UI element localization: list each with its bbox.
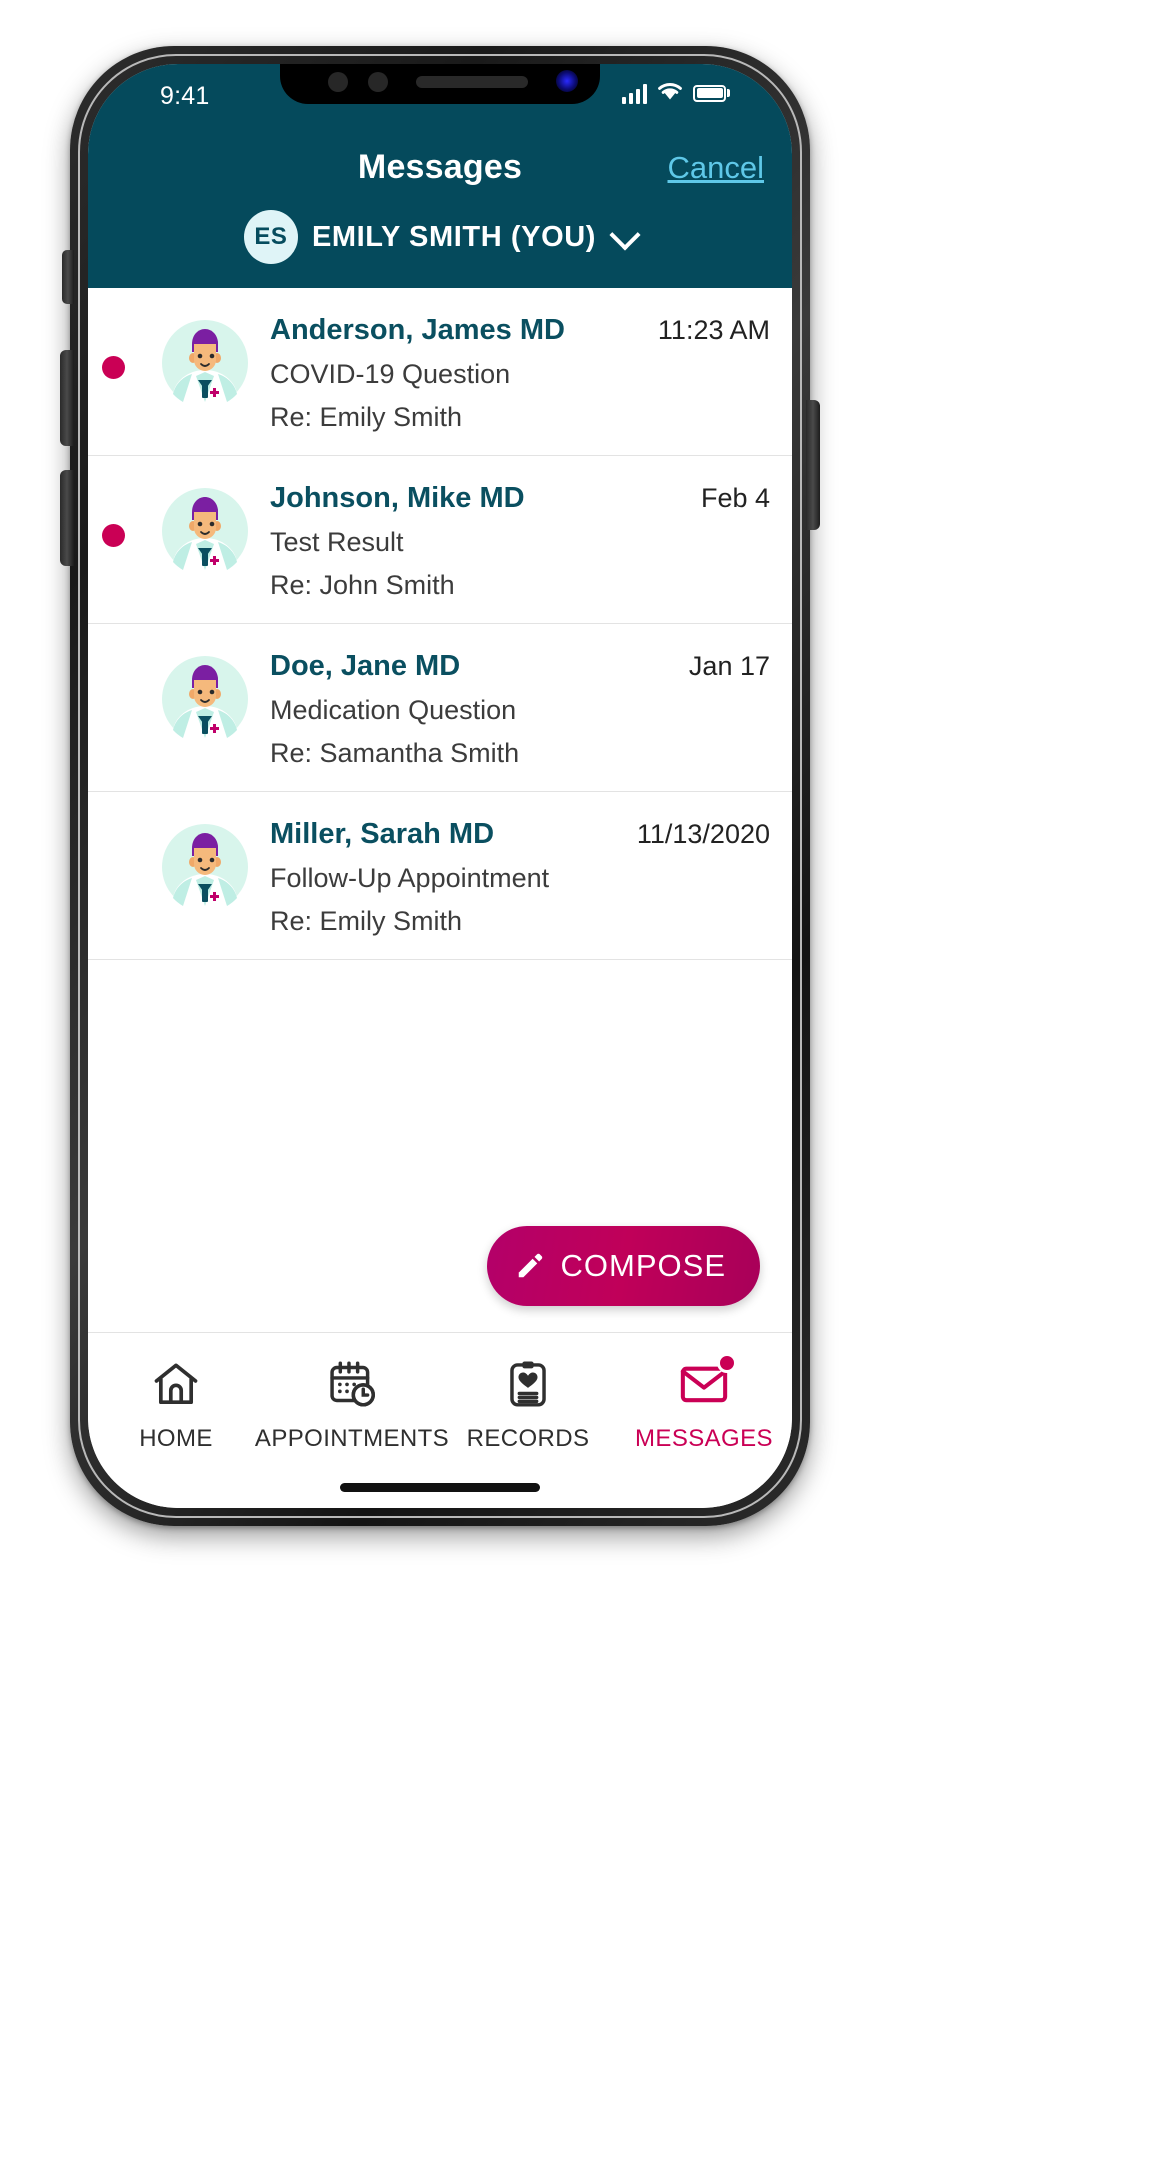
unread-indicator	[102, 356, 125, 379]
device-notch	[280, 64, 600, 104]
message-sender: Doe, Jane MD	[270, 650, 461, 682]
bottom-navigation-bar: HOME APPOINTMENTS RECORDS MESSAGES	[88, 1332, 792, 1508]
message-sender: Miller, Sarah MD	[270, 818, 495, 850]
message-badge	[717, 1353, 737, 1373]
table-row[interactable]: Johnson, Mike MD Feb 4 Test Result Re: J…	[88, 456, 792, 624]
message-subject: Medication Question	[270, 695, 517, 725]
mute-switch-button[interactable]	[62, 250, 74, 304]
compose-button[interactable]: COMPOSE	[486, 1226, 760, 1306]
avatar: ES	[243, 210, 298, 264]
message-regarding: Re: John Smith	[270, 570, 455, 600]
page-title: Messages	[357, 147, 523, 186]
screenshot-stage: 9:41 Messages Cancel ES EMILY SMITH (YOU…	[0, 0, 1163, 2168]
app-header-top-row: Messages Cancel	[88, 130, 792, 204]
account-name: EMILY SMITH (YOU)	[311, 220, 597, 253]
message-content: Doe, Jane MD Jan 17 Medication Question …	[270, 644, 770, 769]
tab-home[interactable]: HOME	[91, 1355, 261, 1453]
pencil-icon	[515, 1251, 545, 1281]
tab-records-label: RECORDS	[466, 1425, 590, 1452]
message-subject: Test Result	[270, 527, 404, 557]
face-id-sensor-icon	[556, 70, 578, 92]
envelope-icon	[677, 1353, 737, 1413]
message-subject: Follow-Up Appointment	[270, 863, 550, 893]
tab-home-label: HOME	[139, 1425, 213, 1452]
cellular-signal-icon	[622, 83, 647, 104]
home-icon	[150, 1355, 202, 1413]
table-row[interactable]: Miller, Sarah MD 11/13/2020 Follow-Up Ap…	[88, 792, 792, 960]
power-button[interactable]	[806, 400, 820, 530]
wifi-icon	[656, 80, 684, 106]
earpiece-speaker	[416, 76, 528, 88]
tab-appointments[interactable]: APPOINTMENTS	[255, 1355, 449, 1453]
message-regarding: Re: Samantha Smith	[270, 738, 520, 768]
calendar-clock-icon	[326, 1355, 378, 1413]
volume-up-button[interactable]	[60, 350, 74, 446]
table-row[interactable]: Doe, Jane MD Jan 17 Medication Question …	[88, 624, 792, 792]
compose-button-label: COMPOSE	[560, 1248, 726, 1283]
tab-messages[interactable]: MESSAGES	[619, 1353, 789, 1453]
cancel-button[interactable]: Cancel	[668, 150, 765, 186]
doctor-avatar-icon	[162, 488, 248, 574]
status-bar: 9:41	[88, 64, 792, 130]
table-row[interactable]: Anderson, James MD 11:23 AM COVID-19 Que…	[88, 288, 792, 456]
message-content: Johnson, Mike MD Feb 4 Test Result Re: J…	[270, 476, 770, 601]
phone-screen: 9:41 Messages Cancel ES EMILY SMITH (YOU…	[88, 64, 792, 1508]
message-list[interactable]: Anderson, James MD 11:23 AM COVID-19 Que…	[88, 288, 792, 1332]
phone-bezel: 9:41 Messages Cancel ES EMILY SMITH (YOU…	[88, 64, 792, 1508]
battery-full-icon	[693, 84, 730, 102]
doctor-avatar-icon	[162, 656, 248, 742]
unread-indicator	[102, 524, 125, 547]
message-content: Miller, Sarah MD 11/13/2020 Follow-Up Ap…	[270, 812, 770, 937]
message-subject: COVID-19 Question	[270, 359, 511, 389]
doctor-avatar-icon	[162, 320, 248, 406]
status-bar-time: 9:41	[160, 82, 210, 110]
account-selector[interactable]: ES EMILY SMITH (YOU)	[88, 204, 792, 264]
message-timestamp: 11/13/2020	[636, 819, 770, 849]
sensor-icon	[368, 72, 388, 92]
message-timestamp: Jan 17	[688, 651, 770, 681]
message-sender: Anderson, James MD	[270, 314, 565, 346]
doctor-avatar-icon	[162, 824, 248, 910]
status-bar-icons	[622, 80, 730, 106]
message-content: Anderson, James MD 11:23 AM COVID-19 Que…	[270, 308, 770, 433]
tab-records[interactable]: RECORDS	[443, 1355, 613, 1453]
tab-messages-label: MESSAGES	[635, 1425, 773, 1452]
front-camera-icon	[328, 72, 348, 92]
chevron-down-icon[interactable]	[609, 219, 641, 251]
message-sender: Johnson, Mike MD	[270, 482, 525, 514]
message-timestamp: 11:23 AM	[657, 315, 770, 345]
message-regarding: Re: Emily Smith	[270, 402, 463, 432]
message-regarding: Re: Emily Smith	[270, 906, 463, 936]
volume-down-button[interactable]	[60, 470, 74, 566]
tab-appointments-label: APPOINTMENTS	[254, 1425, 450, 1452]
clipboard-heart-icon	[502, 1355, 554, 1413]
message-timestamp: Feb 4	[700, 483, 770, 513]
app-header: Messages Cancel ES EMILY SMITH (YOU)	[88, 130, 792, 288]
home-indicator[interactable]	[340, 1483, 540, 1492]
